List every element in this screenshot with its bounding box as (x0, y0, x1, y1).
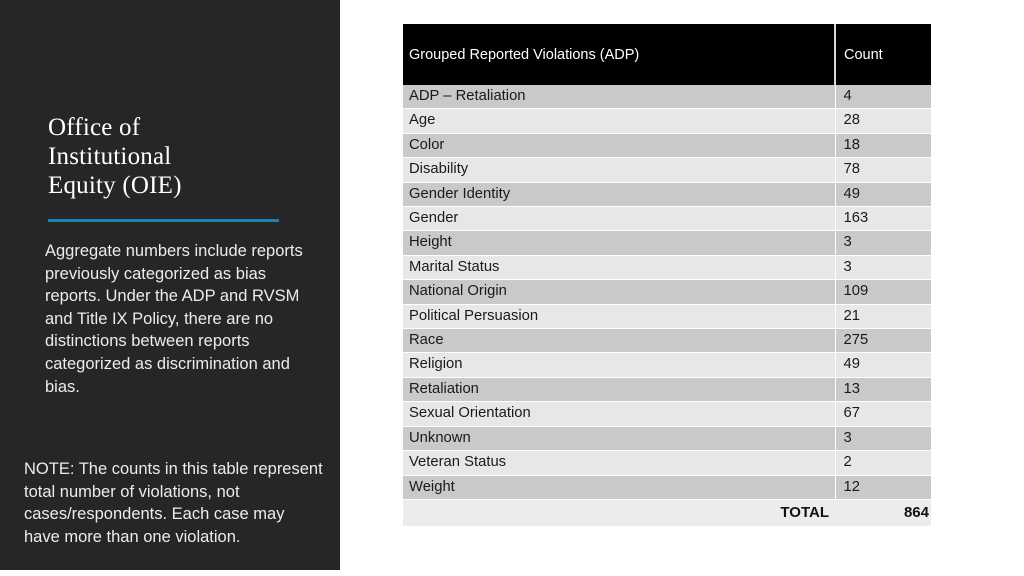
column-header-violations: Grouped Reported Violations (ADP) (403, 24, 835, 85)
row-count: 3 (834, 426, 931, 452)
table-row: Height 3 (403, 230, 931, 256)
table-head: Grouped Reported Violations (ADP) Count (403, 24, 931, 85)
row-label: Marital Status (403, 255, 835, 281)
table-row: Religion 49 (403, 352, 931, 378)
title-accent-rule (48, 219, 279, 222)
row-label: Retaliation (403, 377, 835, 403)
table-foot: TOTAL 864 (403, 499, 931, 526)
row-label: ADP – Retaliation (403, 85, 835, 110)
table-row: Disability 78 (403, 157, 931, 183)
row-count: 12 (834, 475, 931, 500)
table-row: Race 275 (403, 328, 931, 354)
bottom-strip (0, 570, 1024, 576)
table-header-row: Grouped Reported Violations (ADP) Count (403, 24, 931, 85)
row-count: 109 (834, 279, 931, 305)
table-body: ADP – Retaliation 4 Age 28 Color 18 Disability… (403, 85, 931, 500)
table-row: Color 18 (403, 133, 931, 159)
row-count: 163 (834, 206, 931, 232)
table-row: Political Persuasion 21 (403, 304, 931, 330)
row-count: 49 (834, 352, 931, 378)
row-label: Color (403, 133, 835, 159)
row-label: Gender (403, 206, 835, 232)
table-row: Marital Status 3 (403, 255, 931, 281)
row-count: 21 (834, 304, 931, 330)
row-label: Veteran Status (403, 450, 835, 476)
table-row: Weight 12 (403, 475, 931, 500)
row-count: 3 (834, 255, 931, 281)
page-title: Office of Institutional Equity (OIE) (48, 114, 182, 199)
left-panel: Office of Institutional Equity (OIE) Agg… (0, 0, 340, 570)
table-row: Sexual Orientation 67 (403, 401, 931, 427)
row-label: Unknown (403, 426, 835, 452)
table-row: Gender Identity 49 (403, 182, 931, 208)
row-label: Religion (403, 352, 835, 378)
row-count: 28 (834, 108, 931, 134)
table-row: Retaliation 13 (403, 377, 931, 403)
note-paragraph: NOTE: The counts in this table represent… (24, 460, 323, 546)
row-label: Political Persuasion (403, 304, 835, 330)
violations-table: Grouped Reported Violations (ADP) Count … (403, 24, 931, 526)
body-paragraph: Aggregate numbers include reports previo… (45, 242, 303, 396)
table-row: Veteran Status 2 (403, 450, 931, 476)
row-count: 275 (834, 328, 931, 354)
table-row: Gender 163 (403, 206, 931, 232)
table-row: ADP – Retaliation 4 (403, 85, 931, 110)
row-count: 18 (834, 133, 931, 159)
row-count: 2 (834, 450, 931, 476)
column-header-count: Count (834, 24, 931, 85)
table-row: Age 28 (403, 108, 931, 134)
row-count: 78 (834, 157, 931, 183)
violations-table-region: Grouped Reported Violations (ADP) Count … (403, 24, 931, 526)
row-label: Disability (403, 157, 835, 183)
table-total-row: TOTAL 864 (403, 499, 931, 526)
total-label: TOTAL (403, 499, 835, 526)
row-label: Gender Identity (403, 182, 835, 208)
row-label: Race (403, 328, 835, 354)
row-count: 13 (834, 377, 931, 403)
row-count: 4 (834, 85, 931, 110)
table-row: Unknown 3 (403, 426, 931, 452)
row-label: National Origin (403, 279, 835, 305)
row-label: Weight (403, 475, 835, 500)
row-label: Sexual Orientation (403, 401, 835, 427)
row-count: 3 (834, 230, 931, 256)
table-row: National Origin 109 (403, 279, 931, 305)
row-label: Age (403, 108, 835, 134)
row-count: 49 (834, 182, 931, 208)
row-label: Height (403, 230, 835, 256)
total-count: 864 (835, 499, 931, 526)
row-count: 67 (834, 401, 931, 427)
